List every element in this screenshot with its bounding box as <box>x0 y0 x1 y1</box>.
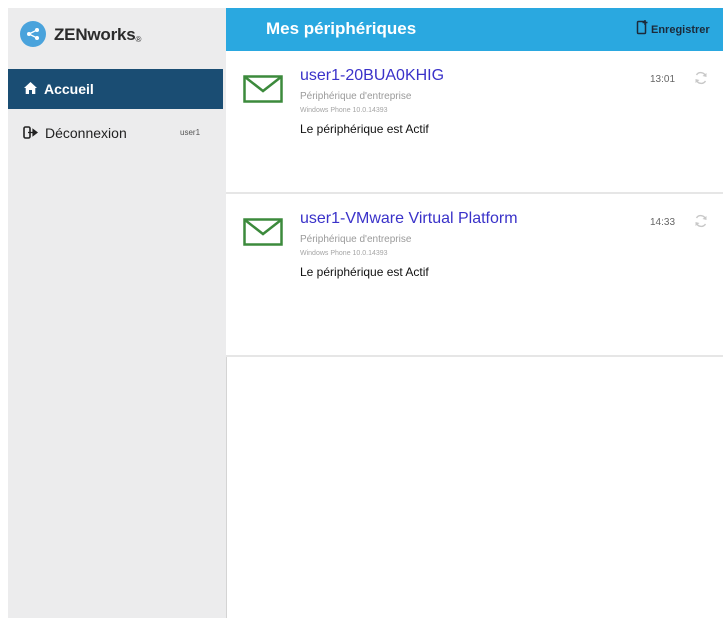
device-type: Périphérique d'entreprise <box>300 234 412 245</box>
device-time: 14:33 <box>650 217 676 228</box>
username-label: user1 <box>180 128 201 137</box>
device-type: Périphérique d'entreprise <box>300 91 412 102</box>
enroll-icon <box>636 19 648 40</box>
device-name[interactable]: user1-20BUA0KHIG <box>300 67 444 85</box>
sidebar: ZENworks® Accueil Déconnexion user1 <box>8 8 227 618</box>
page-header: Mes périphériques Enregistrer <box>226 8 723 51</box>
sign-out-icon <box>23 126 38 144</box>
device-name[interactable]: user1-VMware Virtual Platform <box>300 210 518 228</box>
envelope-icon <box>243 218 283 251</box>
sidebar-item-accueil[interactable]: Accueil <box>8 69 223 109</box>
device-os: Windows Phone 10.0.14393 <box>300 107 388 114</box>
page-title: Mes périphériques <box>266 19 417 38</box>
device-card[interactable]: user1-VMware Virtual Platform Périphériq… <box>226 194 723 357</box>
device-status: Le périphérique est Actif <box>300 265 429 279</box>
enroll-label: Enregistrer <box>651 23 710 36</box>
sync-icon[interactable] <box>694 214 708 233</box>
sidebar-item-deconnexion[interactable]: Déconnexion user1 <box>8 112 223 152</box>
zenworks-logo-icon <box>20 21 46 47</box>
brand-name: ZENworks® <box>54 25 142 44</box>
home-icon <box>23 81 38 100</box>
sync-icon[interactable] <box>694 71 708 90</box>
enroll-button[interactable]: Enregistrer <box>636 19 710 40</box>
envelope-icon <box>243 75 283 108</box>
sidebar-item-label: Déconnexion <box>45 125 127 141</box>
device-time: 13:01 <box>650 74 676 85</box>
brand: ZENworks® <box>8 8 226 62</box>
device-card[interactable]: user1-20BUA0KHIG Périphérique d'entrepri… <box>226 51 723 194</box>
sidebar-item-label: Accueil <box>44 81 94 97</box>
device-os: Windows Phone 10.0.14393 <box>300 250 388 257</box>
device-status: Le périphérique est Actif <box>300 122 429 136</box>
